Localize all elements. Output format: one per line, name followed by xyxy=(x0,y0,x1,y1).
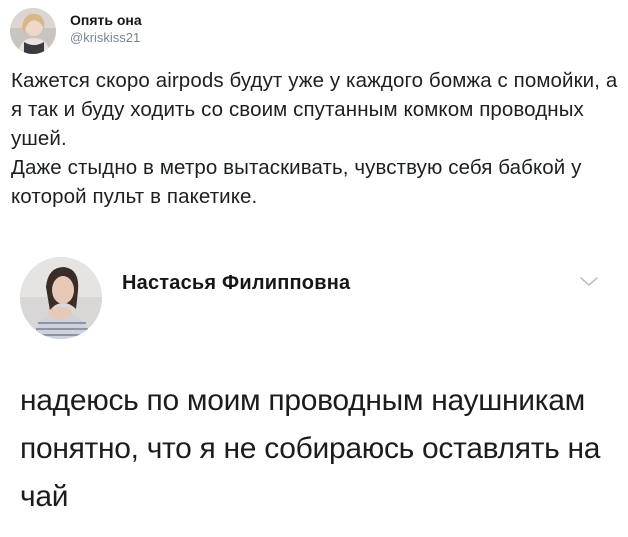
reply-author-name[interactable]: Настасья Филипповна xyxy=(122,272,350,295)
author-avatar[interactable] xyxy=(10,8,56,54)
user-photo-avatar-icon xyxy=(20,257,102,339)
tweet-text: Кажется скоро airpods будут уже у каждог… xyxy=(11,69,618,208)
reply-text: надеюсь по моим проводным наушникам поня… xyxy=(20,384,601,513)
reply-author-avatar[interactable] xyxy=(20,257,102,339)
author-name[interactable]: Опять она xyxy=(70,11,142,29)
reply-header: Настасья Филипповна xyxy=(20,256,620,340)
chevron-down-icon[interactable] xyxy=(578,274,600,288)
author-handle[interactable]: @kriskiss21 xyxy=(70,29,142,46)
user-photo-avatar-icon xyxy=(10,8,56,54)
tweet-header: Опять она @kriskiss21 xyxy=(10,6,142,56)
author-info: Опять она @kriskiss21 xyxy=(70,11,142,46)
